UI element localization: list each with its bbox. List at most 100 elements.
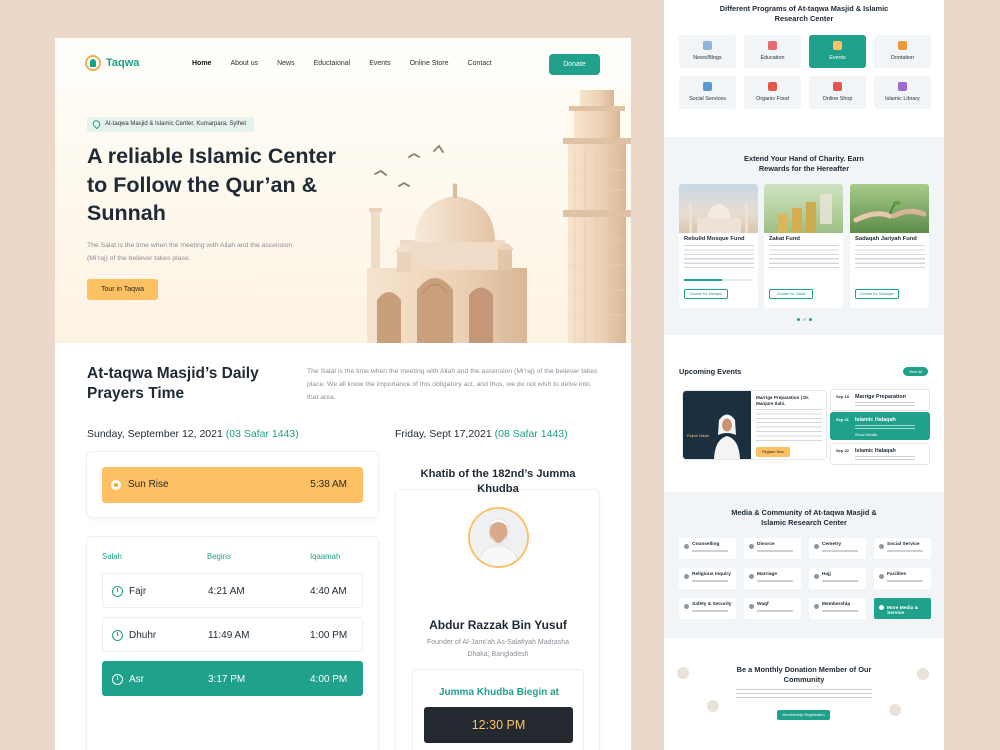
nav-menu: Home About us News Eductaional Events On… — [192, 60, 511, 67]
nav-item-home[interactable]: Home — [192, 60, 211, 67]
prayer-row-asr[interactable]: Asr 3:17 PM 4:00 PM — [102, 661, 363, 696]
nav-item-news[interactable]: News — [277, 60, 295, 67]
media-item-waqf[interactable]: Waqf — [744, 598, 801, 619]
media-item-hajj[interactable]: Hajj — [809, 568, 866, 589]
prayer-iqaamah: 4:40 AM — [310, 586, 347, 597]
donation-text — [736, 689, 872, 701]
event-image-caption: Fiqhul Nikah — [687, 433, 710, 438]
nav-item-contact[interactable]: Contact — [468, 60, 492, 67]
program-label: Online Shop — [822, 96, 853, 102]
tour-button[interactable]: Tour in Taqwa — [87, 279, 158, 300]
media-item-subtext — [757, 550, 793, 552]
event-row[interactable]: Sep 18 Marrige Preparation — [830, 389, 930, 411]
media-item-marriage[interactable]: Marriage — [744, 568, 801, 589]
media-item-label: Social Service — [887, 542, 920, 547]
membership-registration-button[interactable]: Membership Registration — [777, 710, 830, 720]
prayer-begins: 3:17 PM — [208, 674, 246, 685]
nav-item-events[interactable]: Events — [369, 60, 390, 67]
donate-mosque-button[interactable]: Donate for Mosque — [684, 289, 728, 299]
show-details-link[interactable]: Show Details — [855, 433, 877, 437]
mosque-photo — [679, 184, 758, 233]
featured-event-details — [756, 409, 822, 441]
event-row-active[interactable]: Sep 21 Islamic Halaqah Show Details — [830, 412, 930, 440]
donation-icon — [898, 41, 907, 50]
register-event-button[interactable]: Register Now — [756, 447, 790, 457]
program-label: News/Blogs — [693, 55, 722, 61]
media-item-label: Cemetry — [822, 542, 842, 547]
carousel-dots[interactable] — [797, 318, 812, 321]
program-social-services[interactable]: Social Services — [679, 76, 736, 109]
main-landing-panel: Taqwa Home About us News Eductaional Eve… — [55, 38, 631, 750]
media-item-facilites[interactable]: Facilites — [874, 568, 931, 589]
nav-item-online-store[interactable]: Online Store — [410, 60, 449, 67]
prayer-row-dhuhr[interactable]: Dhuhr 11:49 AM 1:00 PM — [102, 617, 363, 652]
program-organic-food[interactable]: Organic Food — [744, 76, 801, 109]
fund-progress — [684, 279, 753, 281]
program-islamic-library[interactable]: Islamic Library — [874, 76, 931, 109]
charity-card-title: Zakat Fund — [769, 236, 800, 242]
event-meta — [855, 402, 915, 406]
library-icon — [898, 82, 907, 91]
location-pin-icon — [91, 118, 102, 130]
sunrise-row: Sun Rise 5:38 AM — [102, 467, 363, 503]
media-item-cemetry[interactable]: Cemetry — [809, 538, 866, 559]
donate-zakat-button[interactable]: Donate for Zakat — [769, 289, 813, 299]
media-item-subtext — [887, 580, 923, 582]
charity-title: Extend Your Hand of Charity. Earn Reward… — [744, 154, 864, 173]
charity-card-zakat[interactable]: Zakat Fund Donate for Zakat — [764, 184, 843, 308]
media-item-more-media-service[interactable]: More Media & Service — [874, 598, 931, 619]
clock-icon — [112, 586, 123, 597]
program-news-blogs[interactable]: News/Blogs — [679, 35, 736, 68]
programs-grid: News/Blogs Education Events Dontation Social… — [679, 35, 931, 109]
view-all-events-button[interactable]: View All — [903, 367, 928, 376]
program-label: Dontation — [890, 55, 915, 61]
prayer-row-fajr[interactable]: Fajr 4:21 AM 4:40 AM — [102, 573, 363, 608]
clock-icon — [112, 630, 123, 641]
donate-button[interactable]: Donate — [549, 54, 600, 75]
brand-logo[interactable]: Taqwa — [85, 55, 139, 71]
service-icon — [684, 604, 689, 609]
programs-title: Different Programs of At-taqwa Masjid & … — [719, 4, 889, 23]
location-text: At-taqwa Masjid & Islamic Center, Kumarp… — [105, 121, 247, 127]
prayer-iqaamah: 4:00 PM — [310, 674, 348, 685]
location-badge: At-taqwa Masjid & Islamic Center, Kumarp… — [87, 117, 255, 132]
mosque-illustration — [305, 80, 631, 343]
media-item-label: Marriage — [757, 572, 777, 577]
khudba-begin-label: Jumma Khudba Biegin at — [438, 687, 559, 698]
media-item-label: Divorce — [757, 542, 775, 547]
service-icon — [879, 605, 884, 610]
media-item-counselling[interactable]: Counselling — [679, 538, 736, 559]
media-grid: Counselling Divorce Cemetry Social Service R… — [679, 538, 931, 622]
media-item-divorce[interactable]: Divorce — [744, 538, 801, 559]
program-education[interactable]: Education — [744, 35, 801, 68]
charity-card-text — [684, 245, 754, 271]
friday-hijri: (08 Safar 1443) — [494, 428, 568, 440]
media-item-social-service[interactable]: Social Service — [874, 538, 931, 559]
brand-name: Taqwa — [106, 57, 140, 69]
event-row[interactable]: Sep 22 Islamic Halaqah — [830, 443, 930, 465]
charity-card-sadaqah[interactable]: Sadaqah Jariyah Fund Donate for Sadaqah — [850, 184, 929, 308]
calendar-icon — [833, 41, 842, 50]
featured-event-card[interactable]: Fiqhul Nikah Marrige Preparation | Dr. M… — [682, 390, 827, 460]
charity-card-mosque[interactable]: Rebuild Mosque Fund Donate for Mosque — [679, 184, 758, 308]
service-icon — [879, 574, 884, 579]
media-item-safety-security[interactable]: Safety & Security — [679, 598, 736, 619]
education-icon — [768, 41, 777, 50]
nav-item-about[interactable]: About us — [230, 60, 258, 67]
charity-card-title: Sadaqah Jariyah Fund — [855, 236, 917, 242]
media-item-religious-inquiry[interactable]: Religious Inquiry — [679, 568, 736, 589]
program-online-shop[interactable]: Online Shop — [809, 76, 866, 109]
nav-item-educational[interactable]: Eductaional — [314, 60, 351, 67]
media-item-membership[interactable]: Membership — [809, 598, 866, 619]
program-dontation[interactable]: Dontation — [874, 35, 931, 68]
charity-card-text — [769, 245, 839, 271]
mosque-logo-icon — [85, 55, 101, 71]
media-item-subtext — [692, 610, 728, 612]
donate-sadaqah-button[interactable]: Donate for Sadaqah — [855, 289, 899, 299]
prayers-title: At-taqwa Masjid’s Daily Prayers Time — [87, 365, 259, 402]
program-events[interactable]: Events — [809, 35, 866, 68]
event-speaker-image: Fiqhul Nikah — [683, 391, 751, 459]
hero-title: A reliable Islamic Center to Follow the … — [87, 144, 336, 226]
service-icon — [814, 574, 819, 579]
program-label: Organic Food — [756, 96, 789, 102]
